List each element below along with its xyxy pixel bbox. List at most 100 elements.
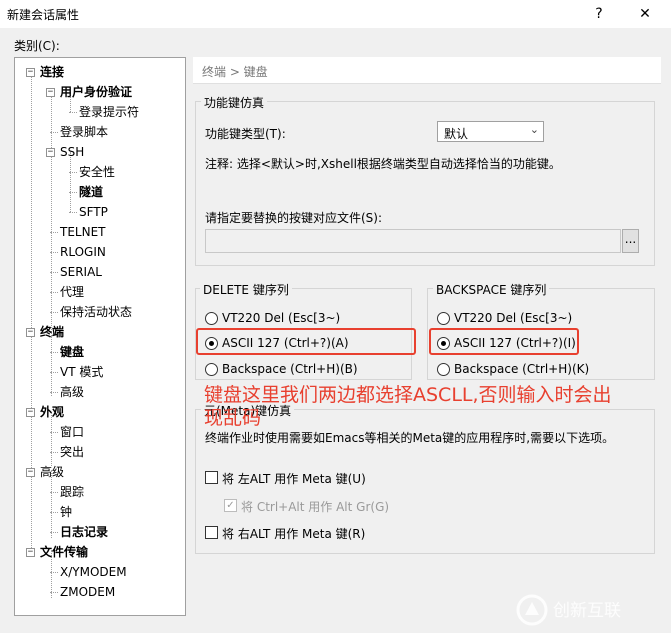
tree-item[interactable]: TELNET	[60, 224, 106, 240]
delete-seq-option-label[interactable]: Backspace (Ctrl+H)(B)	[222, 362, 358, 376]
function-key-note: 注释: 选择<默认>时,Xshell根据终端类型自动选择恰当的功能键。	[205, 157, 561, 171]
tree-item[interactable]: 代理	[60, 284, 84, 300]
close-button[interactable]: ✕	[630, 4, 660, 24]
tree-item[interactable]: 隧道	[79, 184, 103, 200]
function-key-group-title: 功能键仿真	[201, 94, 268, 111]
tree-connector	[50, 252, 58, 253]
tree-connector	[50, 532, 58, 533]
tree-item[interactable]: 高级	[60, 384, 84, 400]
tree-item[interactable]: 文件传输	[40, 544, 88, 560]
breadcrumb: 终端 > 键盘	[193, 57, 661, 84]
tree-item[interactable]: 安全性	[79, 164, 115, 180]
tree-collapse-icon[interactable]: −	[26, 408, 35, 417]
tree-connector	[69, 192, 77, 193]
tree-connector	[69, 112, 77, 113]
backspace-seq-option-label[interactable]: VT220 Del (Esc[3~)	[454, 311, 572, 325]
annotation-box-delete	[196, 328, 416, 355]
category-label: 类别(C):	[14, 39, 60, 53]
delete-seq-title: DELETE 键序列	[200, 281, 292, 298]
tree-item[interactable]: 用户身份验证	[60, 84, 132, 100]
annotation-box-backspace	[429, 328, 579, 355]
chevron-down-icon: ⌄	[529, 123, 539, 136]
tree-item[interactable]: 日志记录	[60, 524, 108, 540]
tree-connector	[50, 132, 58, 133]
tree-connector	[50, 292, 58, 293]
left-alt-meta-label[interactable]: 将 左ALT 用作 Meta 键(U)	[222, 470, 366, 487]
tree-connector	[50, 372, 58, 373]
delete-seq-option-label[interactable]: VT220 Del (Esc[3~)	[222, 311, 340, 325]
function-key-type-value: 默认	[444, 127, 469, 141]
tree-connector	[50, 312, 58, 313]
tree-item[interactable]: VT 模式	[60, 364, 103, 380]
browse-button[interactable]: ...	[622, 229, 639, 253]
tree-item[interactable]: 窗口	[60, 424, 84, 440]
backspace-seq-title: BACKSPACE 键序列	[433, 281, 550, 298]
function-key-type-select[interactable]: 默认 ⌄	[437, 121, 544, 142]
tree-collapse-icon[interactable]: −	[46, 88, 55, 97]
tree-connector	[50, 392, 58, 393]
right-alt-meta-label[interactable]: 将 右ALT 用作 Meta 键(R)	[222, 525, 365, 542]
tree-item[interactable]: 钟	[60, 504, 72, 520]
tree-connector	[51, 470, 52, 538]
ctrl-alt-altgr-label: 将 Ctrl+Alt 用作 Alt Gr(G)	[241, 500, 390, 514]
tree-connector	[51, 412, 52, 466]
backspace-seq-radio[interactable]	[437, 363, 450, 376]
tree-item[interactable]: 突出	[60, 444, 84, 460]
tree-collapse-icon[interactable]: −	[26, 468, 35, 477]
tree-item[interactable]: SERIAL	[60, 264, 102, 280]
window-title: 新建会话属性	[7, 8, 80, 22]
category-tree[interactable]: − 连接 − 用户身份验证 登录提示符 登录脚本 − SSH 安全性 隧道 SFTP TELNET RL…	[14, 57, 186, 616]
backspace-seq-radio[interactable]	[437, 312, 450, 325]
backspace-seq-option-label[interactable]: Backspace (Ctrl+H)(K)	[454, 362, 589, 376]
right-alt-meta-checkbox[interactable]	[205, 526, 218, 539]
tree-collapse-icon[interactable]: −	[26, 548, 35, 557]
tree-item[interactable]: 键盘	[60, 344, 84, 360]
delete-seq-radio[interactable]	[205, 363, 218, 376]
tree-collapse-icon[interactable]: −	[26, 328, 35, 337]
tree-connector	[50, 452, 58, 453]
tree-item[interactable]: 保持活动状态	[60, 304, 132, 320]
tree-connector	[69, 172, 77, 173]
tree-item[interactable]: 高级	[40, 464, 64, 480]
help-button[interactable]: ?	[584, 4, 614, 24]
tree-item[interactable]: SFTP	[79, 204, 108, 220]
tree-connector	[51, 90, 52, 346]
title-bar: 新建会话属性 ? ✕	[0, 0, 671, 28]
tree-connector	[50, 572, 58, 573]
annotation-text-line2: 现乱码	[204, 407, 262, 429]
tree-connector	[50, 272, 58, 273]
watermark-text: 创新互联	[553, 601, 621, 621]
tree-connector	[50, 232, 58, 233]
tree-connector	[70, 152, 71, 212]
tree-connector	[50, 352, 58, 353]
tree-item[interactable]: 跟踪	[60, 484, 84, 500]
tree-item[interactable]: ZMODEM	[60, 584, 115, 600]
tree-connector	[69, 212, 77, 213]
tree-item[interactable]: 登录脚本	[60, 124, 108, 140]
tree-item[interactable]: RLOGIN	[60, 244, 106, 260]
logo-icon: 创新互联	[516, 594, 621, 626]
key-file-label: 请指定要替换的按键对应文件(S):	[205, 211, 383, 225]
tree-connector	[51, 336, 52, 396]
tree-item[interactable]: 连接	[40, 64, 64, 80]
breadcrumb-text: 终端 > 键盘	[202, 65, 268, 79]
delete-seq-radio[interactable]	[205, 312, 218, 325]
ctrl-alt-altgr-checkbox: ✓	[224, 499, 237, 512]
tree-connector	[31, 70, 32, 556]
meta-description: 终端作业时使用需要如Emacs等相关的Meta键的应用程序时,需要以下选项。	[205, 431, 615, 445]
tree-collapse-icon[interactable]: −	[46, 148, 55, 157]
annotation-text-line1: 键盘这里我们两边都选择ASCLL,否则输入时会出	[204, 384, 612, 406]
tree-item[interactable]: 终端	[40, 324, 64, 340]
tree-collapse-icon[interactable]: −	[26, 68, 35, 77]
key-file-input[interactable]	[205, 229, 621, 253]
tree-item[interactable]: 登录提示符	[79, 104, 139, 120]
tree-connector	[50, 492, 58, 493]
tree-connector	[50, 512, 58, 513]
tree-connector	[50, 592, 58, 593]
tree-connector	[50, 432, 58, 433]
tree-item[interactable]: 外观	[40, 404, 64, 420]
tree-item[interactable]: SSH	[60, 144, 84, 160]
tree-item[interactable]: X/YMODEM	[60, 564, 127, 580]
left-alt-meta-checkbox[interactable]	[205, 471, 218, 484]
function-key-type-label: 功能键类型(T):	[205, 127, 286, 141]
